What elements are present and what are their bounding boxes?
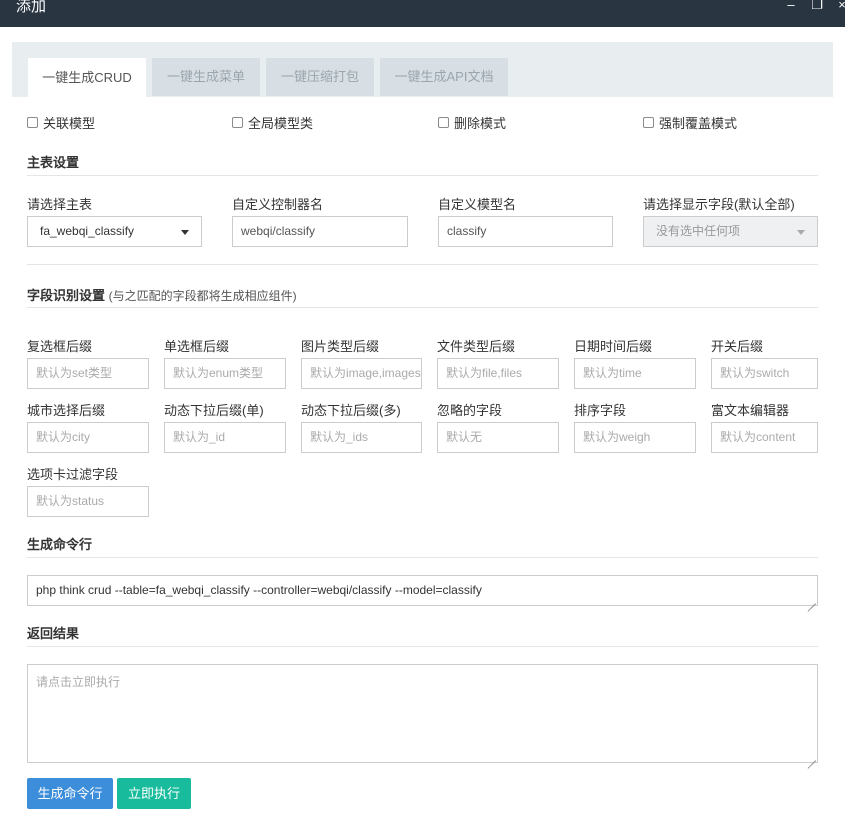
divider [27, 646, 818, 647]
image-suffix-label: 图片类型后缀 [301, 339, 380, 354]
window-title: 添加 [16, 0, 47, 15]
tab-menu[interactable]: 一键生成菜单 [152, 58, 260, 96]
field-recognition-note: (与之匹配的字段都将生成相应组件) [108, 289, 297, 303]
close-icon[interactable]: × [833, 0, 845, 14]
datetime-suffix-label: 日期时间后缀 [574, 339, 653, 354]
main-settings-heading: 主表设置 [27, 155, 80, 170]
window-titlebar: 添加 – ❐ × [0, 0, 845, 27]
model-name-input[interactable]: classify [438, 216, 613, 247]
tab-package[interactable]: 一键压缩打包 [266, 58, 374, 96]
tab-crud[interactable]: 一键生成CRUD [28, 58, 146, 97]
city-suffix-label: 城市选择后缀 [27, 403, 106, 418]
ignore-fields-label: 忽略的字段 [437, 403, 503, 418]
tab-filter-field-input[interactable]: 默认为status [27, 486, 149, 517]
datetime-suffix-input[interactable]: 默认为time [574, 358, 696, 389]
sort-field-input[interactable]: 默认为weigh [574, 422, 696, 453]
caret-down-icon [797, 230, 805, 235]
checkbox-suffix-input[interactable]: 默认为set类型 [27, 358, 149, 389]
divider [27, 175, 818, 176]
tab-filter-field-label: 选项卡过滤字段 [27, 467, 119, 482]
checkbox-label: 删除模式 [454, 116, 507, 131]
delete-mode-checkbox[interactable]: 删除模式 [438, 113, 506, 132]
tab-api-doc[interactable]: 一键生成API文档 [380, 58, 508, 96]
tab-bar: 一键生成CRUD 一键生成菜单 一键压缩打包 一键生成API文档 [12, 42, 833, 97]
switch-suffix-label: 开关后缀 [711, 339, 764, 354]
file-suffix-label: 文件类型后缀 [437, 339, 516, 354]
model-name-label: 自定义模型名 [438, 197, 517, 212]
editor-field-label: 富文本编辑器 [711, 403, 790, 418]
selectpage-multi-input[interactable]: 默认为_ids [301, 422, 422, 453]
selectpage-multi-label: 动态下拉后缀(多) [301, 403, 401, 418]
city-suffix-input[interactable]: 默认为city [27, 422, 149, 453]
result-placeholder: 请点击立即执行 [36, 675, 121, 689]
command-text: php think crud --table=fa_webqi_classify… [36, 583, 482, 597]
checkbox-icon[interactable] [27, 117, 38, 128]
radio-suffix-label: 单选框后缀 [164, 339, 230, 354]
checkbox-label: 全局模型类 [248, 116, 314, 131]
divider [27, 264, 818, 265]
result-textarea[interactable]: 请点击立即执行 [27, 664, 818, 763]
selectpage-single-input[interactable]: 默认为_id [164, 422, 286, 453]
divider [27, 557, 818, 558]
checkbox-icon[interactable] [643, 117, 654, 128]
selectpage-single-label: 动态下拉后缀(单) [164, 403, 264, 418]
checkbox-label: 强制覆盖模式 [659, 116, 738, 131]
checkbox-suffix-label: 复选框后缀 [27, 339, 93, 354]
file-suffix-input[interactable]: 默认为file,files [437, 358, 559, 389]
controller-name-label: 自定义控制器名 [232, 197, 324, 212]
resize-handle-icon[interactable] [807, 595, 816, 604]
image-suffix-input[interactable]: 默认为image,images [301, 358, 422, 389]
editor-field-input[interactable]: 默认为content [711, 422, 818, 453]
generate-command-button[interactable]: 生成命令行 [27, 778, 113, 809]
result-heading: 返回结果 [27, 626, 80, 641]
sort-field-label: 排序字段 [574, 403, 627, 418]
caret-down-icon [181, 230, 189, 235]
minimize-icon[interactable]: – [782, 0, 800, 14]
field-recognition-title: 字段识别设置 [27, 288, 106, 303]
main-table-label: 请选择主表 [27, 197, 93, 212]
controller-name-input[interactable]: webqi/classify [232, 216, 408, 247]
radio-suffix-input[interactable]: 默认为enum类型 [164, 358, 286, 389]
main-table-select[interactable]: fa_webqi_classify [27, 216, 202, 247]
switch-suffix-input[interactable]: 默认为switch [711, 358, 818, 389]
execute-now-button[interactable]: 立即执行 [117, 778, 191, 809]
ignore-fields-input[interactable]: 默认无 [437, 422, 559, 453]
checkbox-icon[interactable] [438, 117, 449, 128]
field-recognition-heading: 字段识别设置 (与之匹配的字段都将生成相应组件) [27, 285, 297, 304]
global-model-checkbox[interactable]: 全局模型类 [232, 113, 313, 132]
display-fields-select-value: 没有选中任何项 [656, 224, 741, 238]
checkbox-label: 关联模型 [43, 116, 96, 131]
command-heading: 生成命令行 [27, 537, 93, 552]
force-overwrite-checkbox[interactable]: 强制覆盖模式 [643, 113, 737, 132]
checkbox-icon[interactable] [232, 117, 243, 128]
relation-model-checkbox[interactable]: 关联模型 [27, 113, 95, 132]
maximize-icon[interactable]: ❐ [808, 0, 826, 14]
resize-handle-icon[interactable] [807, 752, 816, 761]
divider [27, 307, 818, 308]
main-table-select-value: fa_webqi_classify [40, 224, 135, 238]
command-textarea[interactable]: php think crud --table=fa_webqi_classify… [27, 575, 818, 606]
display-fields-select[interactable]: 没有选中任何项 [643, 216, 818, 247]
display-fields-label: 请选择显示字段(默认全部) [643, 197, 795, 212]
